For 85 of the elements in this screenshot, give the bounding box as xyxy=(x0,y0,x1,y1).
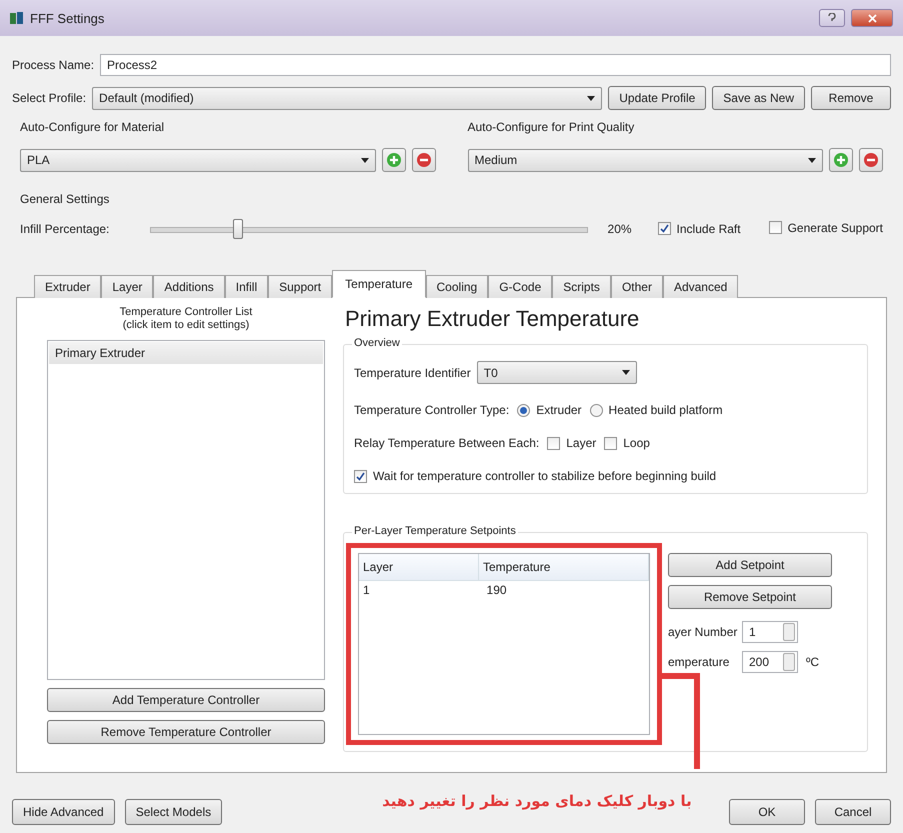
column-header[interactable]: Temperature xyxy=(479,554,649,580)
tab[interactable]: Advanced xyxy=(662,275,738,298)
tab[interactable]: Layer xyxy=(101,275,154,298)
radio-button[interactable] xyxy=(590,404,603,416)
preset-dropdown[interactable]: Medium xyxy=(468,148,823,172)
tab[interactable]: Infill xyxy=(224,275,268,298)
profile-button[interactable]: Remove xyxy=(811,86,891,110)
field-label: Temperature Identifier xyxy=(354,366,471,380)
tab[interactable]: Other xyxy=(610,275,663,298)
section-label: Auto-Configure for Print Quality xyxy=(468,120,636,134)
footer-button[interactable]: Hide Advanced xyxy=(12,799,115,825)
list-caption: Temperature Controller List (click item to edit settings) xyxy=(118,306,254,332)
close-button[interactable] xyxy=(851,9,893,27)
slider-thumb[interactable] xyxy=(232,219,242,239)
field-label: Infill Percentage: xyxy=(20,222,110,236)
layer-number-spinbox[interactable]: 1 xyxy=(742,621,798,643)
tab[interactable]: Support xyxy=(268,275,332,298)
section-label: General Settings xyxy=(20,192,110,206)
dropdown-arrow-icon xyxy=(587,96,596,100)
tab[interactable]: Additions xyxy=(153,275,225,298)
help-button[interactable] xyxy=(819,9,845,27)
dropdown-arrow-icon xyxy=(808,158,816,162)
column-header[interactable]: Layer xyxy=(359,554,479,580)
field-label: emperature xyxy=(668,655,730,669)
tab[interactable]: Cooling xyxy=(426,275,488,298)
radio-label: Heated build platform xyxy=(608,403,723,417)
add-button[interactable] xyxy=(829,148,853,172)
tab[interactable]: Temperature xyxy=(332,270,426,298)
checkbox-label: Include Raft xyxy=(676,222,741,236)
field-label: Process Name: xyxy=(12,58,94,72)
close-icon xyxy=(868,14,876,22)
app-icon xyxy=(10,11,24,25)
process-name-field[interactable]: Process2 xyxy=(100,54,891,76)
checkbox[interactable] xyxy=(604,436,618,450)
dropdown-arrow-icon xyxy=(360,158,368,162)
footer-button[interactable]: Select Models xyxy=(124,799,222,825)
setpoint-button[interactable]: Remove Setpoint xyxy=(668,585,832,609)
field-label: Relay Temperature Between Each: xyxy=(354,436,540,450)
profile-button[interactable]: Save as New xyxy=(712,86,805,110)
remove-button[interactable] xyxy=(412,148,436,172)
plus-circle-icon xyxy=(386,152,402,168)
plus-circle-icon xyxy=(833,152,849,168)
tab[interactable]: Scripts xyxy=(552,275,611,298)
field-label: Temperature Controller Type: xyxy=(354,403,510,417)
checkbox[interactable] xyxy=(658,222,671,236)
checkbox[interactable] xyxy=(354,470,367,482)
group-title: Overview xyxy=(352,337,402,349)
slider-reading: 20% xyxy=(608,222,633,236)
field-label: Select Profile: xyxy=(12,91,86,105)
checkbox-label: Generate Support xyxy=(788,220,883,235)
controller-button[interactable]: Add Temperature Controller xyxy=(47,688,325,712)
dialog-button[interactable]: Cancel xyxy=(815,799,891,825)
checkbox-label: Wait for temperature controller to stabilize before beginning build xyxy=(373,469,716,483)
remove-button[interactable] xyxy=(859,148,883,172)
checkbox-label: Loop xyxy=(623,436,650,450)
group-title: Per-Layer Temperature Setpoints xyxy=(352,525,518,537)
profile-dropdown[interactable]: Default (modified) xyxy=(92,86,602,110)
minus-circle-icon xyxy=(416,152,432,168)
controller-button[interactable]: Remove Temperature Controller xyxy=(47,720,325,744)
table-cell-text: 190 xyxy=(486,582,508,599)
add-button[interactable] xyxy=(382,148,406,172)
radio-label: Extruder xyxy=(536,403,582,417)
checkbox[interactable] xyxy=(768,221,782,234)
unit-label: ºC xyxy=(806,655,820,669)
dropdown-arrow-icon xyxy=(622,370,630,375)
checkbox-label: Layer xyxy=(566,436,596,450)
dialog-button[interactable]: OK xyxy=(729,799,805,825)
table-cell-text: 1 xyxy=(362,582,371,599)
temperature-spinbox[interactable]: 200 xyxy=(742,651,798,673)
profile-button[interactable]: Update Profile xyxy=(608,86,706,110)
infill-slider[interactable] xyxy=(150,218,588,240)
radio-button[interactable] xyxy=(517,404,530,416)
window-title: FFF Settings xyxy=(30,10,104,26)
list-item[interactable]: Primary Extruder xyxy=(49,342,323,364)
tab[interactable]: Extruder xyxy=(34,275,102,298)
minus-circle-icon xyxy=(863,152,879,168)
tab[interactable]: G-Code xyxy=(488,275,552,298)
preset-dropdown[interactable]: PLA xyxy=(20,148,376,172)
help-icon xyxy=(828,13,836,23)
annotation-note: با دوبار کلیک دمای مورد نظر را تغییر دهید xyxy=(382,792,692,810)
panel-title: Primary Extruder Temperature xyxy=(344,306,640,332)
setpoint-button[interactable]: Add Setpoint xyxy=(668,553,832,577)
identifier-dropdown[interactable]: T0 xyxy=(476,361,637,384)
section-label: Auto-Configure for Material xyxy=(20,120,166,134)
checkbox[interactable] xyxy=(547,436,560,450)
